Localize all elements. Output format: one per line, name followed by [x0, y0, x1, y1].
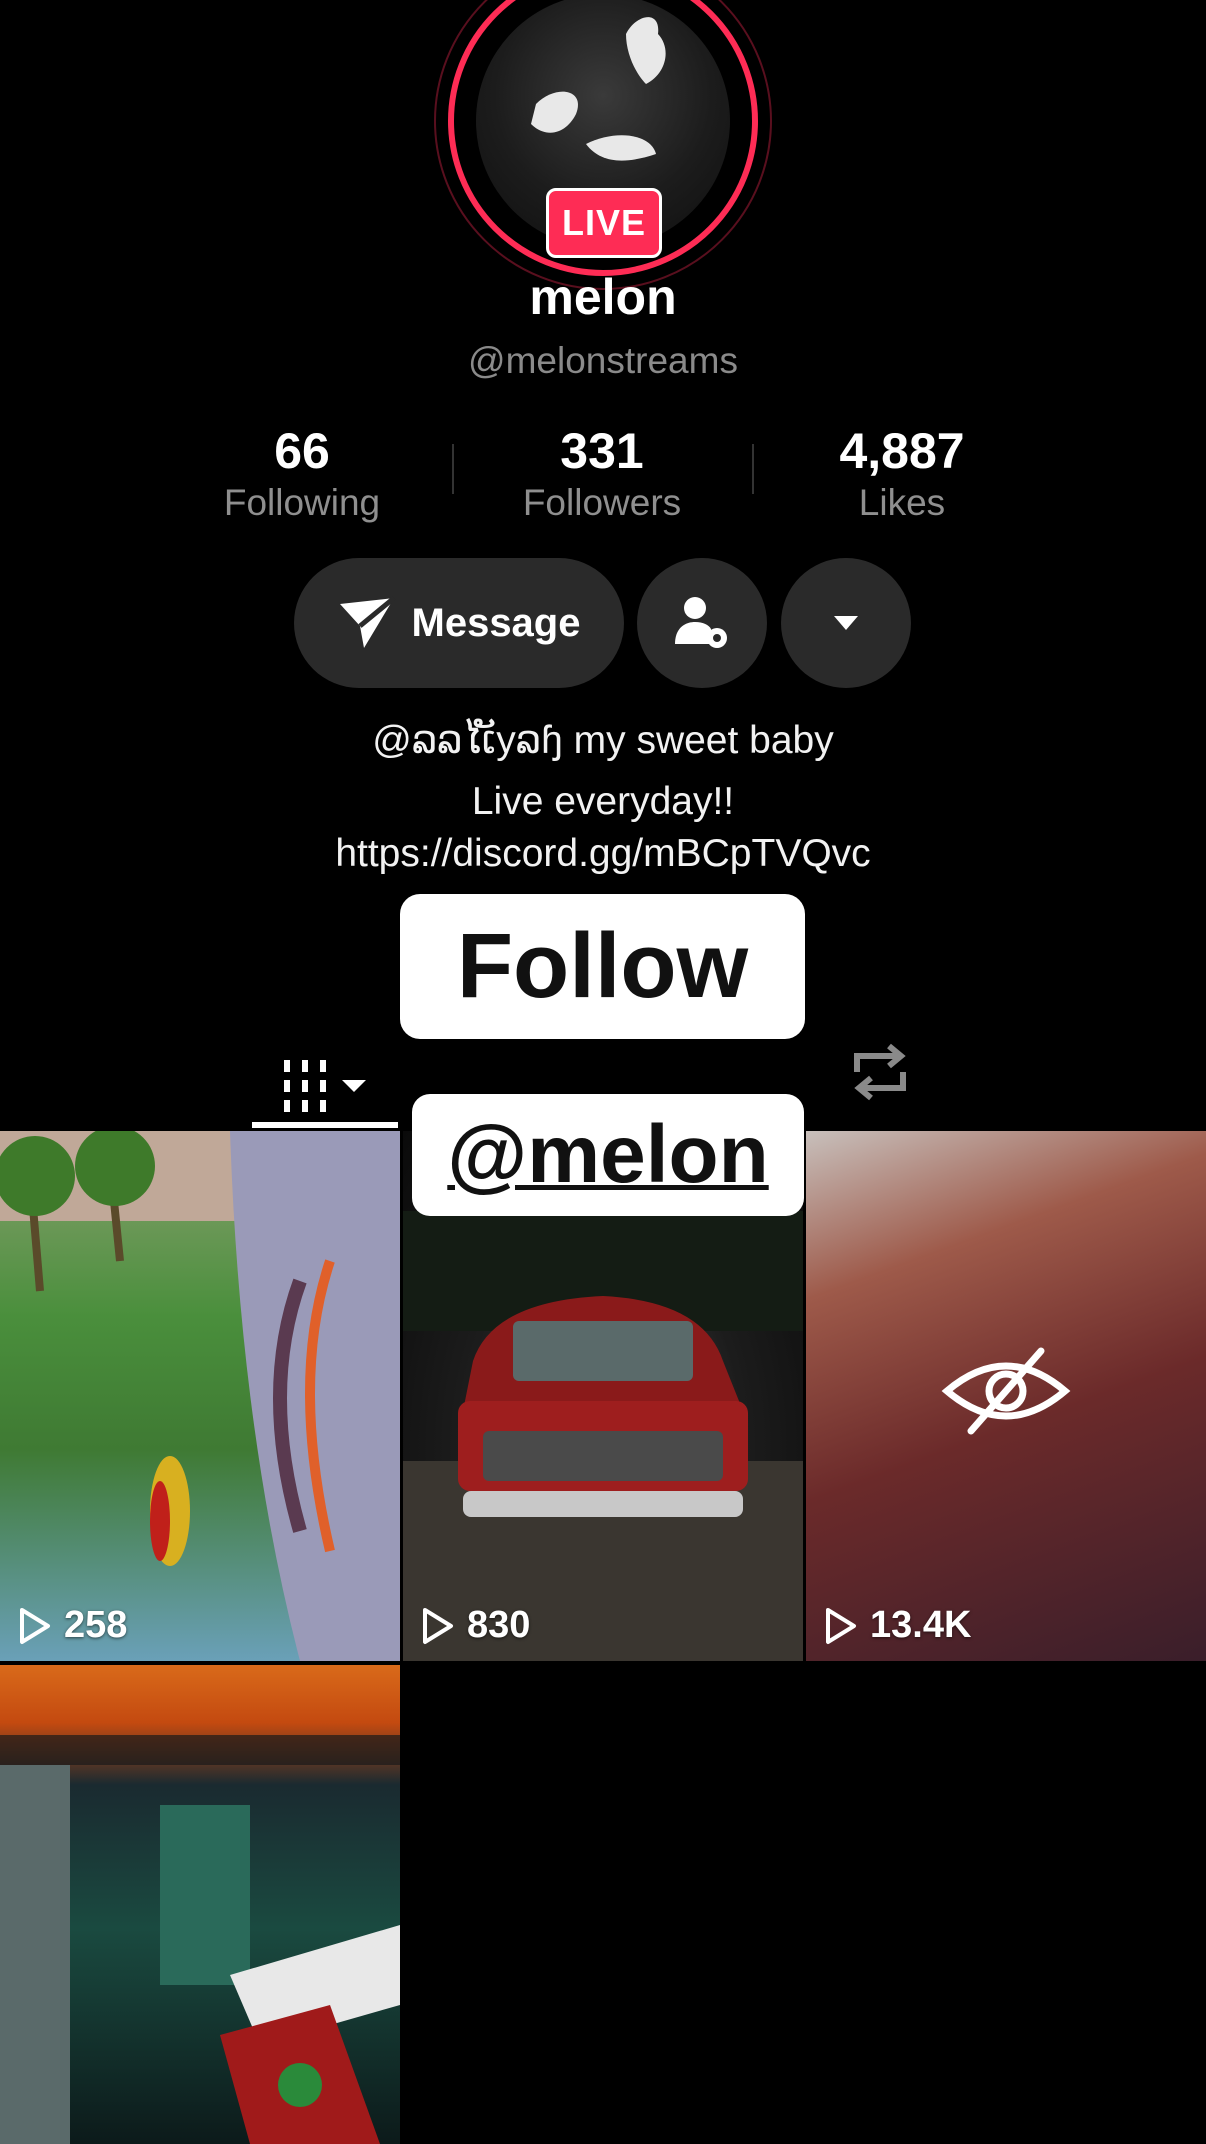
stat-likes-label: Likes: [858, 482, 946, 523]
stat-likes-value: 4,887: [839, 423, 965, 479]
manage-profile-button[interactable]: [637, 558, 767, 688]
stat-following-value: 66: [274, 423, 330, 479]
more-options-button[interactable]: [781, 558, 911, 688]
view-count-label: 13.4K: [870, 1604, 972, 1646]
stat-likes[interactable]: 4,887 Likes: [752, 422, 1052, 524]
view-count-label: 830: [467, 1604, 531, 1646]
stat-following[interactable]: 66 Following: [152, 422, 452, 524]
view-count: 830: [421, 1604, 530, 1647]
video-tile[interactable]: [0, 1665, 400, 2144]
play-icon: [423, 1607, 453, 1644]
bio-line-1: @ລລໄເັyລɧ my sweet baby: [372, 719, 834, 762]
message-label: Message: [411, 600, 581, 645]
caret-down-icon: [834, 616, 858, 630]
play-icon: [20, 1607, 50, 1644]
stat-followers-value: 331: [560, 423, 644, 479]
view-count-label: 258: [64, 1604, 128, 1646]
message-button[interactable]: Message: [294, 558, 624, 688]
display-name: melon: [529, 269, 677, 325]
username: @melonstreams: [468, 340, 738, 381]
tab-videos[interactable]: [252, 1040, 398, 1132]
repost-icon: [854, 1043, 906, 1101]
play-icon: [826, 1607, 856, 1644]
tab-active-indicator: [252, 1122, 398, 1128]
stat-followers[interactable]: 331 Followers: [452, 422, 752, 524]
view-count: 13.4K: [824, 1604, 971, 1647]
grid-icon: [284, 1060, 366, 1112]
person-gear-icon: [675, 597, 727, 648]
tab-reposts[interactable]: [840, 1040, 920, 1104]
stat-following-label: Following: [223, 482, 381, 523]
video-thumbnail: [0, 1735, 400, 2144]
stat-followers-label: Followers: [522, 482, 682, 523]
video-tile[interactable]: 258: [0, 1131, 400, 1661]
action-buttons: Message: [0, 558, 1206, 690]
hidden-eye-icon: [941, 1347, 1071, 1435]
bio-link[interactable]: https://discord.gg/mBCpTVQvc: [0, 832, 1206, 876]
video-thumbnail: [0, 1131, 400, 1661]
bio-line-2: Live everyday!!: [471, 780, 735, 823]
send-icon: [339, 596, 396, 648]
view-count: 258: [18, 1604, 127, 1647]
follow-button[interactable]: Follow: [400, 894, 805, 1039]
live-badge[interactable]: LIVE: [546, 188, 662, 258]
video-tile[interactable]: 13.4K: [806, 1131, 1206, 1661]
mention-tag-button[interactable]: @melon: [412, 1094, 804, 1216]
